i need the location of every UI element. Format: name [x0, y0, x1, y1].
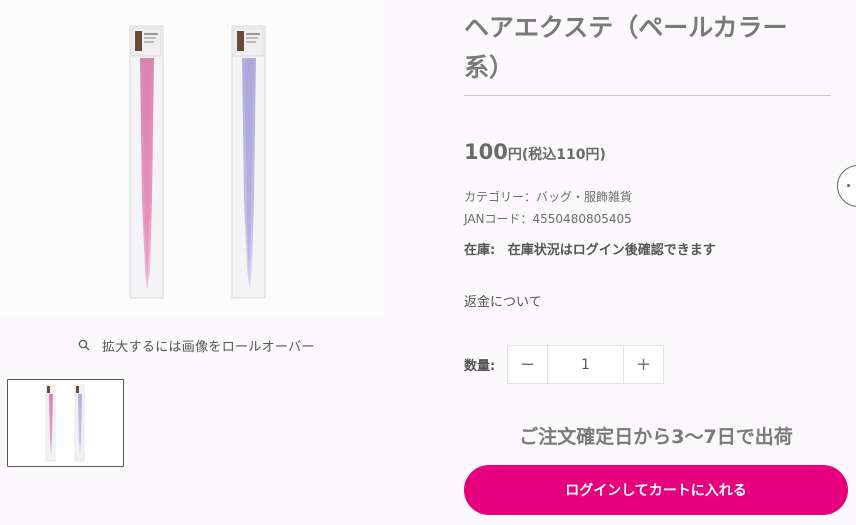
product-title: ヘアエクステ（ペールカラー系）	[464, 13, 788, 82]
zoom-hint: 拡大するには画像をロールオーバー	[78, 336, 315, 355]
increment-button[interactable]: +	[624, 346, 663, 383]
price-unit: 円	[507, 147, 522, 163]
quantity-stepper: − +	[507, 345, 664, 384]
stock-label: 在庫:	[464, 243, 496, 258]
quantity-input[interactable]	[547, 346, 624, 383]
search-icon	[78, 339, 90, 351]
decrement-button[interactable]: −	[508, 346, 547, 383]
thumbnail-image	[45, 384, 85, 462]
quantity-label: 数量:	[464, 359, 496, 374]
chat-bubble-icon[interactable]	[837, 165, 856, 207]
product-gallery: 拡大するには画像をロールオーバー	[0, 0, 400, 525]
add-to-cart-button[interactable]: ログインしてカートに入れる	[464, 465, 848, 515]
price-tax: (税込110円)	[521, 147, 606, 163]
stock-text: 在庫状況はログイン後確認できます	[507, 243, 716, 258]
price-value: 100	[464, 140, 508, 164]
stock-status: 在庫: 在庫状況はログイン後確認できます	[464, 239, 716, 258]
jan-code-line: JANコード：4550480805405	[464, 212, 632, 226]
price: 100 円 (税込110円)	[464, 140, 606, 164]
shipping-notice: ご注文確定日から3〜7日で出荷	[519, 426, 793, 448]
quantity-row: 数量: − +	[464, 345, 664, 384]
refund-link[interactable]: 返金について	[464, 291, 542, 310]
thumbnail-1[interactable]	[7, 379, 124, 467]
main-product-image[interactable]	[0, 0, 385, 318]
title-divider	[464, 95, 831, 96]
zoom-hint-text: 拡大するには画像をロールオーバー	[102, 339, 315, 355]
hair-extension-photo	[129, 25, 266, 299]
category-line: カテゴリー：バッグ・服飾雑貨	[464, 190, 633, 204]
